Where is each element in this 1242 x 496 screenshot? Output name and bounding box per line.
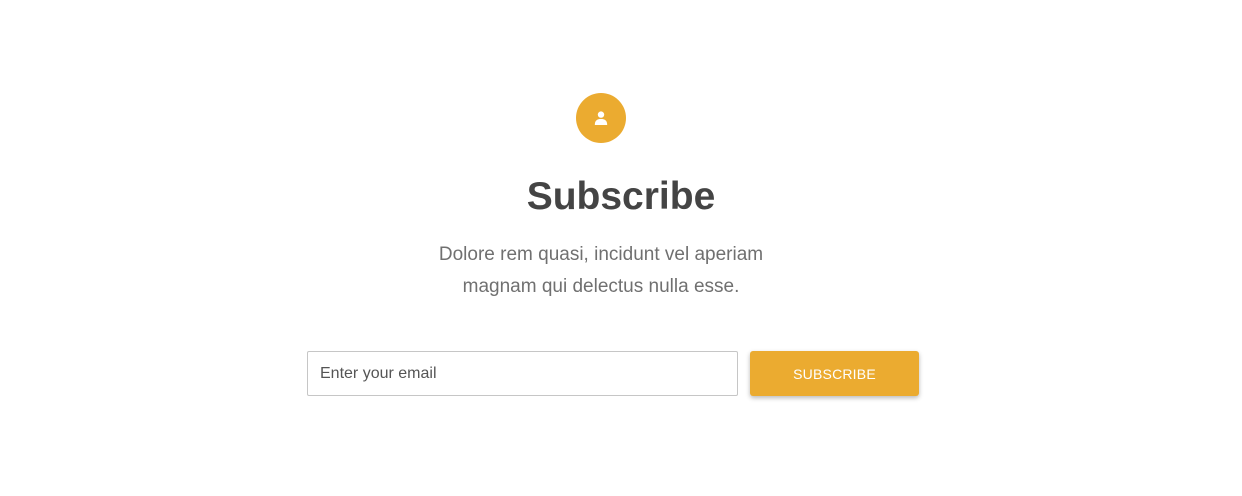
email-field[interactable] bbox=[307, 351, 738, 396]
user-icon-glyph bbox=[594, 111, 608, 125]
subscribe-section: Subscribe Dolore rem quasi, incidunt vel… bbox=[0, 0, 1242, 496]
subscribe-description: Dolore rem quasi, incidunt vel aperiam m… bbox=[438, 244, 764, 297]
user-icon bbox=[576, 93, 626, 143]
subscribe-button[interactable]: SUBSCRIBE bbox=[750, 351, 919, 396]
page-title: Subscribe bbox=[526, 175, 716, 218]
